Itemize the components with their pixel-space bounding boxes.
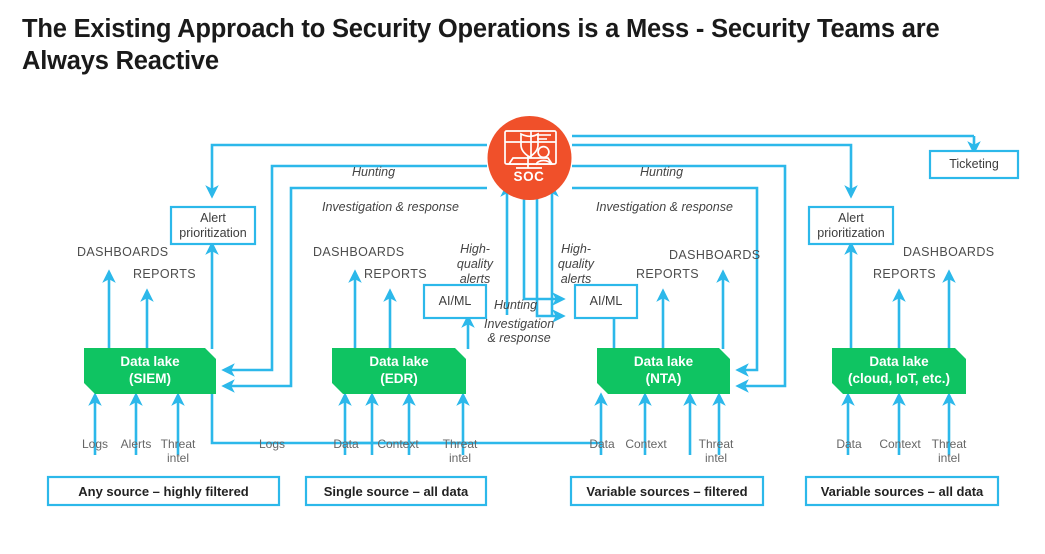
nta-input-context-label: Context <box>625 437 667 451</box>
alert-prioritization-right[interactable]: Alert prioritization <box>809 207 893 244</box>
investigation-center-label: Investigation & response <box>484 317 555 346</box>
hunting-right-label: Hunting <box>640 165 684 179</box>
siem-input-logs-label: Logs <box>81 437 109 451</box>
siem-reports-label: REPORTS <box>133 267 196 281</box>
datalake-cloud-shape <box>832 348 966 394</box>
edr-input-context-label: Context <box>377 437 419 451</box>
datalake-siem-shape <box>84 348 216 394</box>
datalake-nta-shape <box>597 348 730 394</box>
edr-input-threat-label: Threat intel <box>442 437 478 465</box>
alert-prioritization-left[interactable]: Alert prioritization <box>171 207 255 244</box>
aiml-right[interactable]: AI/ML <box>575 285 637 318</box>
cloud-input-threat-label: Threat intel <box>931 437 967 465</box>
investigation-right-label: Investigation & response <box>596 200 733 214</box>
siem-input-alerts-label: Alerts <box>120 437 152 451</box>
cloud-dashboards-label: DASHBOARDS <box>903 245 995 259</box>
cloud-input-data-label: Data <box>836 437 862 451</box>
source-box-edr[interactable]: Single source – all data <box>306 477 486 505</box>
nta-reports-label: REPORTS <box>636 267 699 281</box>
cloud-input-context-label: Context <box>879 437 921 451</box>
edr-dashboards-label: DASHBOARDS <box>313 245 405 259</box>
nta-input-threat-label: Threat intel <box>698 437 734 465</box>
edr-extra-input-logs-label: Logs <box>258 437 286 451</box>
siem-dashboards-label: DASHBOARDS <box>77 245 169 259</box>
hunting-left-label: Hunting <box>352 165 396 179</box>
nta-dashboards-label: DASHBOARDS <box>669 248 761 262</box>
source-box-nta[interactable]: Variable sources – filtered <box>571 477 763 505</box>
soc-label: SOC <box>513 169 545 184</box>
cloud-reports-label: REPORTS <box>873 267 936 281</box>
hunting-center-label: Hunting <box>494 298 538 312</box>
nta-input-data-label: Data <box>589 437 615 451</box>
aiml-left[interactable]: AI/ML <box>424 285 486 318</box>
line-siem-to-edr-bus <box>210 391 468 445</box>
high-quality-alerts-right-label: High- quality alerts <box>557 242 595 286</box>
high-quality-alerts-left-label: High- quality alerts <box>456 242 494 286</box>
datalake-edr-shape <box>332 348 466 394</box>
investigation-left-label: Investigation & response <box>322 200 459 214</box>
edr-input-data-label: Data <box>333 437 359 451</box>
siem-input-threat-label: Threat intel <box>160 437 196 465</box>
ticketing-box[interactable]: Ticketing <box>930 151 1018 178</box>
source-box-cloud[interactable]: Variable sources – all data <box>806 477 998 505</box>
source-box-siem[interactable]: Any source – highly filtered <box>48 477 279 505</box>
edr-reports-label: REPORTS <box>364 267 427 281</box>
